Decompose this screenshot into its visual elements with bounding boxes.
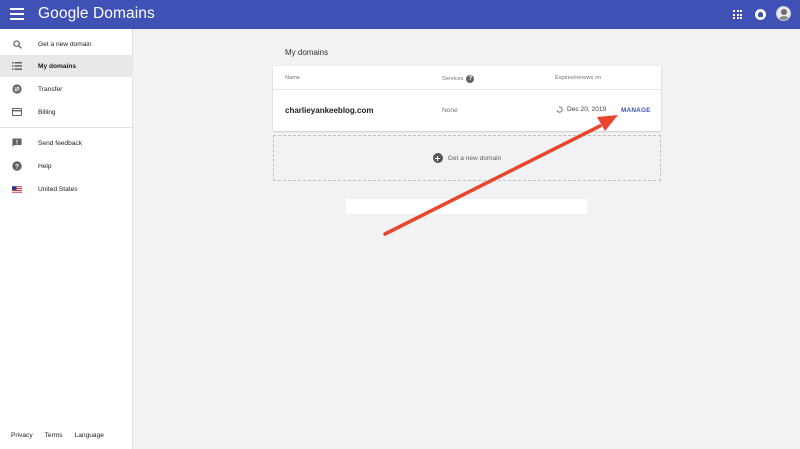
table-header: Name Services ? Expires/renews on [273, 66, 661, 90]
sidebar-divider [0, 127, 133, 128]
help-icon: ? [12, 161, 22, 171]
help-icon[interactable]: ? [466, 75, 475, 83]
page-title: My domains [285, 48, 329, 57]
services-value: None [442, 107, 458, 114]
column-header-services: Services ? [442, 75, 475, 83]
sidebar-item-transfer[interactable]: Transfer [0, 78, 133, 100]
terms-link[interactable]: Terms [45, 432, 63, 439]
transfer-icon [12, 84, 22, 94]
svg-text:?: ? [15, 163, 19, 170]
sidebar-item-label: United States [38, 185, 78, 193]
column-header-expires: Expires/renews on [555, 75, 602, 81]
get-new-domain-label: Get a new domain [447, 154, 502, 162]
sidebar-item-get-new-domain[interactable]: Get a new domain [0, 33, 133, 55]
sidebar-item-my-domains[interactable]: My domains [0, 55, 133, 77]
sidebar-item-send-feedback[interactable]: Send feedback [0, 132, 133, 154]
sidebar-item-label: My domains [38, 62, 77, 70]
column-header-name: Name [285, 75, 300, 81]
sidebar-item-label: Help [38, 162, 52, 170]
list-icon [12, 61, 22, 71]
sidebar-item-billing[interactable]: Billing [0, 101, 133, 123]
sidebar-item-label: Send feedback [38, 139, 82, 147]
search-icon [12, 39, 22, 49]
add-circle-icon [432, 153, 443, 163]
us-flag-icon [12, 184, 22, 194]
app-bar: Google Domains [0, 0, 800, 29]
sidebar-item-country[interactable]: United States [0, 178, 133, 200]
feedback-icon [12, 138, 22, 148]
privacy-link[interactable]: Privacy [11, 432, 33, 439]
language-link[interactable]: Language [75, 432, 104, 439]
apps-grid-icon[interactable] [733, 10, 742, 19]
credit-card-icon [12, 107, 22, 117]
sidebar-item-label: Get a new domain [38, 40, 92, 48]
sidebar-item-label: Transfer [38, 85, 63, 93]
notifications-icon[interactable] [755, 9, 766, 20]
sidebar-footer: Privacy Terms Language [11, 432, 104, 439]
app-title[interactable]: Google Domains [38, 5, 155, 23]
blank-banner [346, 199, 587, 214]
domain-name[interactable]: charlieyankeeblog.com [285, 106, 373, 115]
column-header-label: Services [442, 76, 464, 82]
expiry-date: Dec 20, 2019 [567, 106, 607, 113]
avatar[interactable] [776, 6, 791, 21]
sidebar-item-help[interactable]: ? Help [0, 155, 133, 177]
sidebar-item-label: Billing [38, 108, 56, 116]
auto-renew-icon [556, 106, 563, 113]
sidebar: Get a new domain My domains Transfer Bil… [0, 29, 133, 449]
expiry-cell: Dec 20, 2019 [556, 106, 606, 113]
table-row[interactable]: charlieyankeeblog.com None Dec 20, 2019 … [273, 90, 661, 131]
get-new-domain-button[interactable]: Get a new domain [273, 135, 661, 181]
manage-button[interactable]: MANAGE [621, 107, 651, 114]
menu-icon[interactable] [10, 8, 24, 20]
domains-table: Name Services ? Expires/renews on charli… [273, 66, 661, 131]
